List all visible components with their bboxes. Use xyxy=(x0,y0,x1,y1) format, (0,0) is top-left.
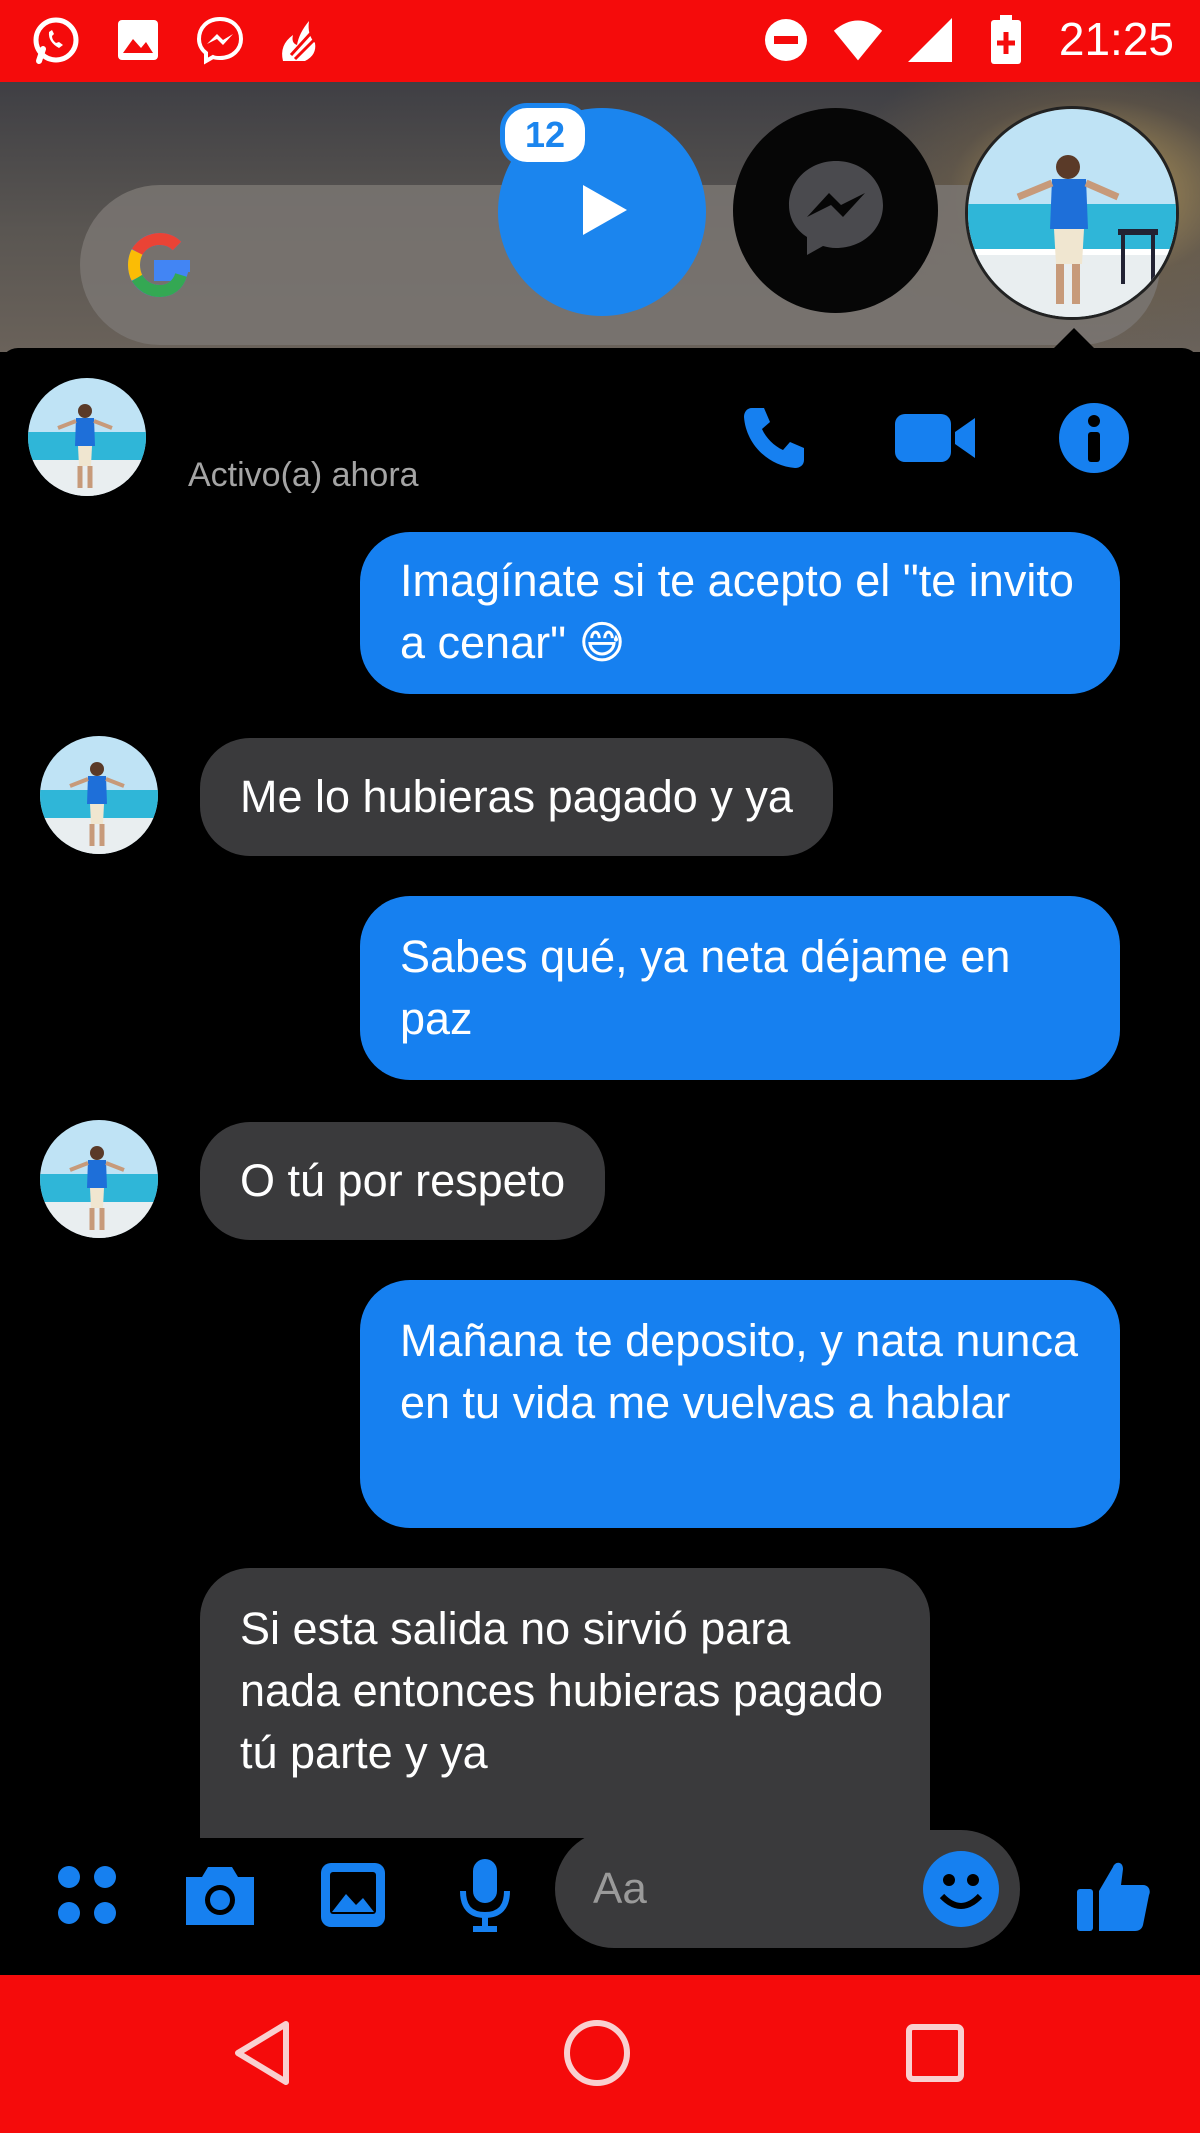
nav-home-button[interactable] xyxy=(552,2010,642,2100)
home-circle-icon xyxy=(561,2017,633,2094)
contact-avatar xyxy=(40,1120,158,1238)
message-outgoing[interactable]: Mañana te deposito, y nata nunca en tu v… xyxy=(360,1280,1120,1528)
voice-message-button[interactable] xyxy=(440,1852,530,1942)
emoji-icon[interactable] xyxy=(920,1848,1002,1930)
chat-head-contact-avatar[interactable] xyxy=(965,106,1179,320)
camera-icon xyxy=(180,1861,260,1934)
microphone-icon xyxy=(455,1857,515,1938)
video-call-button[interactable] xyxy=(893,398,977,482)
image-icon xyxy=(318,1860,388,1935)
whatsapp-icon xyxy=(30,14,82,66)
play-icon xyxy=(567,175,637,250)
unread-count-badge: 12 xyxy=(500,103,590,167)
video-camera-icon xyxy=(893,408,977,473)
message-outgoing[interactable]: Sabes qué, ya neta déjame en paz xyxy=(360,896,1120,1080)
google-logo-icon xyxy=(120,225,200,305)
more-actions-button[interactable] xyxy=(42,1852,132,1942)
do-not-disturb-icon xyxy=(760,14,812,66)
contact-avatar xyxy=(40,736,158,854)
status-bar: 21:25 xyxy=(0,0,1200,82)
info-icon xyxy=(1057,401,1131,480)
signal-icon xyxy=(904,14,956,66)
conversation-info-button[interactable] xyxy=(1052,398,1136,482)
message-incoming[interactable]: Me lo hubieras pagado y ya xyxy=(200,738,833,856)
recents-square-icon xyxy=(903,2021,967,2090)
flame-icon xyxy=(272,14,324,66)
nav-back-button[interactable] xyxy=(218,2010,308,2100)
chat-head-messenger[interactable] xyxy=(733,108,938,313)
apps-icon xyxy=(55,1863,119,1932)
clock: 21:25 xyxy=(1058,13,1174,65)
message-outgoing[interactable]: Imagínate si te acepto el "te invito a c… xyxy=(360,532,1120,694)
battery-icon xyxy=(980,14,1032,66)
message-incoming[interactable]: O tú por respeto xyxy=(200,1122,606,1240)
voice-call-button[interactable] xyxy=(732,398,816,482)
messenger-icon xyxy=(781,153,891,268)
thumbs-up-icon xyxy=(1073,1855,1153,1940)
gallery-button[interactable] xyxy=(308,1852,398,1942)
gallery-icon xyxy=(112,14,164,66)
nav-recents-button[interactable] xyxy=(890,2010,980,2100)
camera-button[interactable] xyxy=(175,1852,265,1942)
contact-avatar[interactable] xyxy=(28,378,146,496)
back-triangle-icon xyxy=(228,2018,298,2093)
message-input-placeholder: Aa xyxy=(593,1864,647,1913)
message-incoming[interactable]: Si esta salida no sirvió para nada enton… xyxy=(200,1568,930,1838)
chat-head-pointer xyxy=(1052,328,1096,350)
contact-status: Activo(a) ahora xyxy=(188,456,419,494)
like-button[interactable] xyxy=(1068,1852,1158,1942)
wifi-icon xyxy=(832,14,884,66)
phone-icon xyxy=(738,402,810,479)
messenger-icon xyxy=(194,14,246,66)
